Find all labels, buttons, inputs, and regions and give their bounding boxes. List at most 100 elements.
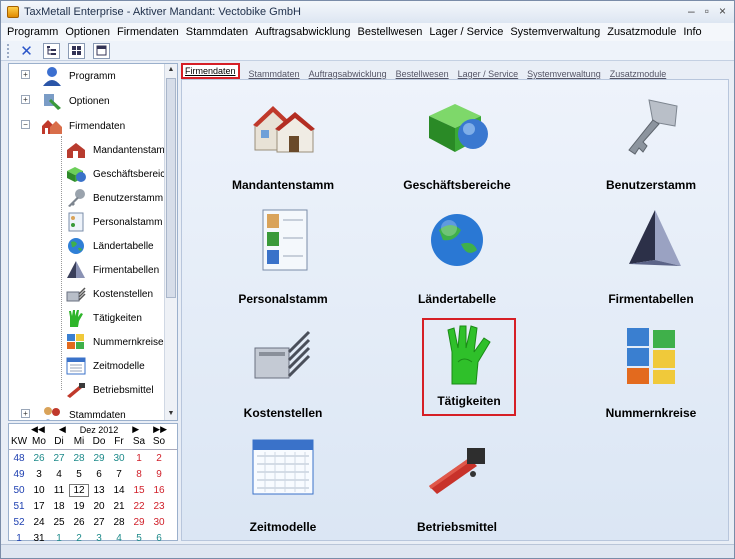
tile-firmentabellen[interactable]: Firmentabellen bbox=[576, 208, 726, 312]
calendar-day[interactable]: 3 bbox=[89, 533, 109, 544]
menu-info[interactable]: Info bbox=[683, 26, 701, 38]
calendar-day[interactable]: 16 bbox=[149, 485, 169, 496]
tile-view-icon[interactable] bbox=[68, 42, 85, 59]
calendar-day[interactable]: 4 bbox=[49, 469, 69, 480]
calendar-day[interactable]: 2 bbox=[69, 533, 89, 544]
calendar-day[interactable]: 5 bbox=[69, 469, 89, 480]
minimize-button[interactable]: – bbox=[688, 4, 695, 18]
tree-item-betriebsmittel[interactable]: Betriebsmittel bbox=[65, 378, 154, 402]
calendar-day[interactable]: 31 bbox=[29, 533, 49, 544]
tab-systemverwaltung[interactable]: Systemverwaltung bbox=[527, 69, 601, 79]
tab-bestellwesen[interactable]: Bestellwesen bbox=[396, 69, 449, 79]
close-button[interactable]: × bbox=[719, 4, 726, 18]
scroll-down-arrow[interactable]: ▼ bbox=[165, 408, 177, 420]
tree-item-geschaeftsbereiche[interactable]: Geschäftsbereiche bbox=[65, 162, 176, 186]
tile-personalstamm[interactable]: Personalstamm bbox=[208, 208, 358, 312]
close-view-icon[interactable]: ✕ bbox=[18, 43, 35, 60]
calendar-day[interactable]: 11 bbox=[49, 485, 69, 496]
calendar-day[interactable]: 20 bbox=[89, 501, 109, 512]
calendar-day[interactable]: 21 bbox=[109, 501, 129, 512]
tree-item-programm[interactable]: Programm bbox=[41, 64, 116, 88]
tree-item-optionen[interactable]: Optionen bbox=[41, 89, 110, 113]
tree-item-taetigkeiten[interactable]: Tätigkeiten bbox=[65, 306, 142, 330]
window-view-icon[interactable] bbox=[93, 42, 110, 59]
tile-taetigkeiten[interactable]: Tätigkeiten bbox=[422, 318, 516, 416]
tree-item-stammdaten[interactable]: Stammdaten bbox=[41, 403, 126, 420]
mini-calendar[interactable]: ◀◀ ◀ Dez 2012 ▶ ▶▶ KW Mo Di Mi Do Fr Sa … bbox=[8, 423, 178, 544]
collapse-firmendaten[interactable]: − bbox=[21, 120, 30, 129]
calendar-day[interactable]: 29 bbox=[129, 517, 149, 528]
tile-betriebsmittel[interactable]: Betriebsmittel bbox=[382, 436, 532, 540]
tab-stammdaten[interactable]: Stammdaten bbox=[249, 69, 300, 79]
tile-laendertabelle[interactable]: Ländertabelle bbox=[382, 208, 532, 312]
menu-programm[interactable]: Programm bbox=[7, 26, 58, 38]
calendar-day[interactable]: 4 bbox=[109, 533, 129, 544]
tree-item-zeitmodelle[interactable]: Zeitmodelle bbox=[65, 354, 145, 378]
tree-item-laendertabelle[interactable]: Ländertabelle bbox=[65, 234, 154, 258]
navigation-tree[interactable]: + Programm + Optionen − Firmendaten Mand… bbox=[8, 63, 178, 421]
tree-item-firmendaten[interactable]: Firmendaten bbox=[41, 114, 125, 138]
calendar-day[interactable]: 26 bbox=[29, 453, 49, 464]
expand-stammdaten[interactable]: + bbox=[21, 409, 30, 418]
calendar-day[interactable]: 23 bbox=[149, 501, 169, 512]
calendar-day[interactable]: 25 bbox=[49, 517, 69, 528]
calendar-day[interactable]: 6 bbox=[149, 533, 169, 544]
calendar-day[interactable]: 1 bbox=[129, 453, 149, 464]
tree-scrollbar[interactable]: ▲ ▼ bbox=[164, 64, 177, 420]
calendar-day[interactable]: 26 bbox=[69, 517, 89, 528]
calendar-day[interactable]: 27 bbox=[89, 517, 109, 528]
tree-item-benutzerstamm[interactable]: Benutzerstamm bbox=[65, 186, 163, 210]
calendar-day[interactable]: 18 bbox=[49, 501, 69, 512]
tree-item-nummernkreise[interactable]: Nummernkreise bbox=[65, 330, 164, 354]
scroll-up-arrow[interactable]: ▲ bbox=[165, 64, 177, 76]
calendar-day[interactable]: 22 bbox=[129, 501, 149, 512]
calendar-day[interactable]: 2 bbox=[149, 453, 169, 464]
calendar-day[interactable]: 10 bbox=[29, 485, 49, 496]
calendar-day[interactable]: 30 bbox=[149, 517, 169, 528]
calendar-day[interactable]: 6 bbox=[89, 469, 109, 480]
calendar-day[interactable]: 27 bbox=[49, 453, 69, 464]
calendar-day[interactable]: 19 bbox=[69, 501, 89, 512]
maximize-button[interactable]: ▫ bbox=[705, 4, 709, 18]
tile-geschaeftsbereiche[interactable]: Geschäftsbereiche bbox=[382, 94, 532, 198]
expand-optionen[interactable]: + bbox=[21, 95, 30, 104]
menu-systemverwaltung[interactable]: Systemverwaltung bbox=[510, 26, 600, 38]
expand-programm[interactable]: + bbox=[21, 70, 30, 79]
tile-benutzerstamm[interactable]: Benutzerstamm bbox=[576, 94, 726, 198]
scroll-thumb[interactable] bbox=[166, 78, 176, 298]
calendar-day[interactable]: 9 bbox=[149, 469, 169, 480]
tab-auftragsabwicklung[interactable]: Auftragsabwicklung bbox=[309, 69, 387, 79]
tree-item-kostenstellen[interactable]: Kostenstellen bbox=[65, 282, 153, 306]
tree-item-personalstamm[interactable]: Personalstamm bbox=[65, 210, 162, 234]
menu-stammdaten[interactable]: Stammdaten bbox=[186, 26, 248, 38]
calendar-day[interactable]: 24 bbox=[29, 517, 49, 528]
calendar-day[interactable]: 7 bbox=[109, 469, 129, 480]
tree-view-icon[interactable] bbox=[43, 42, 60, 59]
calendar-day[interactable]: 5 bbox=[129, 533, 149, 544]
menu-bestellwesen[interactable]: Bestellwesen bbox=[358, 26, 423, 38]
calendar-day[interactable]: 28 bbox=[69, 453, 89, 464]
tree-item-firmentabellen[interactable]: Firmentabellen bbox=[65, 258, 159, 282]
menu-zusatzmodule[interactable]: Zusatzmodule bbox=[607, 26, 676, 38]
calendar-day[interactable]: 28 bbox=[109, 517, 129, 528]
calendar-day[interactable]: 8 bbox=[129, 469, 149, 480]
calendar-day[interactable]: 30 bbox=[109, 453, 129, 464]
tile-kostenstellen[interactable]: Kostenstellen bbox=[208, 322, 358, 426]
tree-item-mandantenstamm[interactable]: Mandantenstamm bbox=[65, 138, 173, 162]
calendar-day[interactable]: 12 bbox=[69, 483, 89, 497]
tile-zeitmodelle[interactable]: Zeitmodelle bbox=[208, 436, 358, 540]
calendar-day[interactable]: 17 bbox=[29, 501, 49, 512]
tab-firmendaten[interactable]: Firmendaten bbox=[181, 63, 240, 79]
calendar-day[interactable]: 3 bbox=[29, 469, 49, 480]
calendar-day[interactable]: 13 bbox=[89, 485, 109, 496]
tile-nummernkreise[interactable]: Nummernkreise bbox=[576, 322, 726, 426]
menu-optionen[interactable]: Optionen bbox=[65, 26, 110, 38]
menu-firmendaten[interactable]: Firmendaten bbox=[117, 26, 179, 38]
calendar-day[interactable]: 15 bbox=[129, 485, 149, 496]
calendar-day[interactable]: 14 bbox=[109, 485, 129, 496]
menu-auftragsabwicklung[interactable]: Auftragsabwicklung bbox=[255, 26, 350, 38]
tab-zusatzmodule[interactable]: Zusatzmodule bbox=[610, 69, 667, 79]
calendar-day[interactable]: 29 bbox=[89, 453, 109, 464]
menu-lager-service[interactable]: Lager / Service bbox=[429, 26, 503, 38]
tab-lager-service[interactable]: Lager / Service bbox=[458, 69, 519, 79]
